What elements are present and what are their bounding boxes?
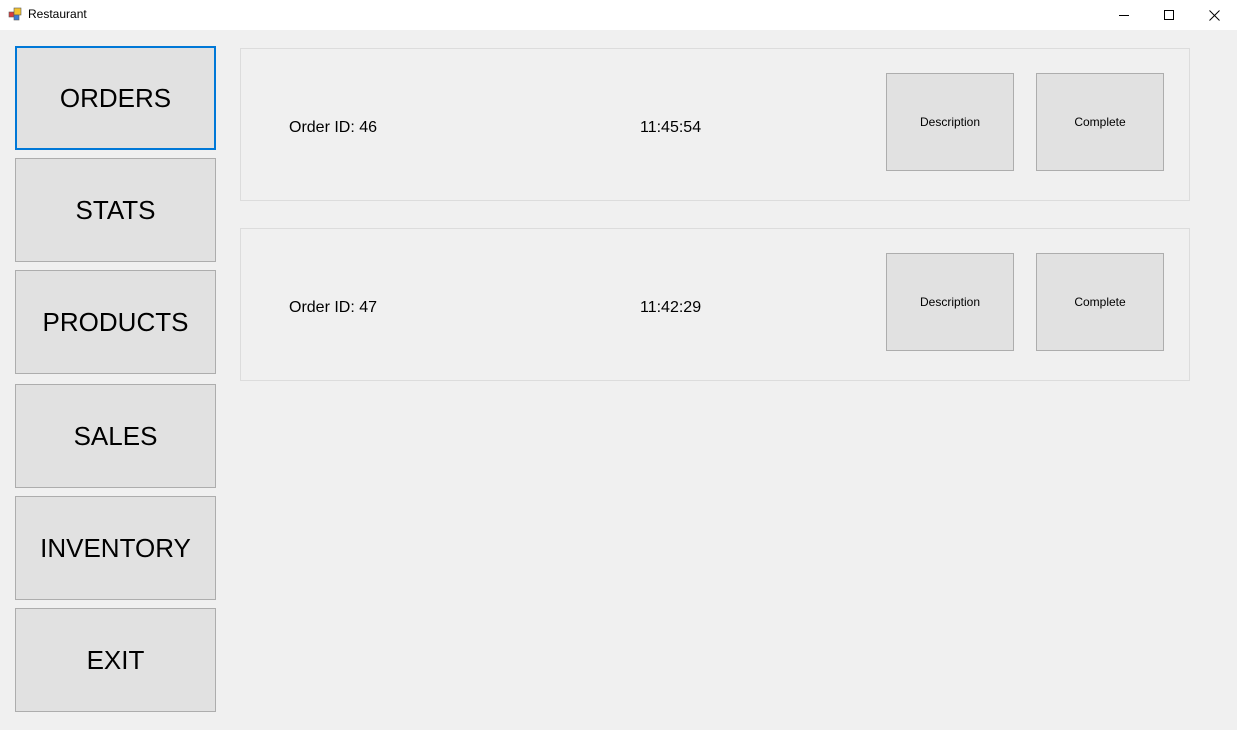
nav-inventory-button[interactable]: INVENTORY: [15, 496, 216, 600]
description-button[interactable]: Description: [886, 73, 1014, 171]
minimize-icon: [1119, 15, 1129, 16]
description-button[interactable]: Description: [886, 253, 1014, 351]
minimize-button[interactable]: [1101, 0, 1147, 30]
nav-products-button[interactable]: PRODUCTS: [15, 270, 216, 374]
order-id-label: Order ID: 47: [289, 299, 378, 316]
maximize-button[interactable]: [1146, 0, 1192, 30]
app-icon: [8, 7, 22, 21]
window-title: Restaurant: [28, 7, 87, 21]
close-button[interactable]: [1191, 0, 1237, 30]
title-bar: Restaurant: [0, 0, 1237, 30]
complete-button[interactable]: Complete: [1036, 73, 1164, 171]
nav-orders-button[interactable]: ORDERS: [15, 46, 216, 150]
complete-button[interactable]: Complete: [1036, 253, 1164, 351]
maximize-icon: [1164, 10, 1174, 20]
nav-sales-button[interactable]: SALES: [15, 384, 216, 488]
order-id-label: Order ID: 46: [289, 119, 378, 136]
nav-stats-button[interactable]: STATS: [15, 158, 216, 262]
order-panel: Order ID: 46 11:45:54 Description Comple…: [240, 48, 1190, 201]
order-time-label: 11:45:54: [640, 119, 702, 136]
order-panel: Order ID: 47 11:42:29 Description Comple…: [240, 228, 1190, 381]
close-icon: [1208, 9, 1220, 21]
order-time-label: 11:42:29: [640, 299, 702, 316]
nav-exit-button[interactable]: EXIT: [15, 608, 216, 712]
